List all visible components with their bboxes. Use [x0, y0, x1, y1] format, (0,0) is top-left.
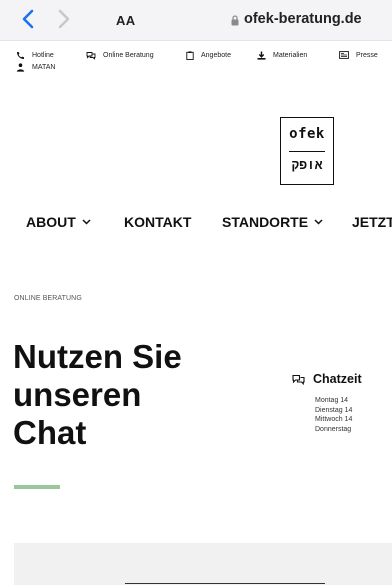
chat-day: Mittwoch 14: [315, 416, 353, 423]
chat-day: Montag 14: [315, 397, 349, 404]
utility-item-label: Hotline: [32, 52, 54, 59]
address-bar[interactable]: ofek-beratung.de: [244, 11, 362, 27]
utility-item-angebote[interactable]: Angebote: [186, 51, 231, 60]
nav-item-label: ABOUT: [26, 214, 76, 230]
heading-accent-bar: [14, 485, 60, 489]
logo-divider: [289, 151, 325, 152]
section-eyebrow: ONLINE BERATUNG: [14, 295, 82, 302]
chat-times-list: Montag 14 Dienstag 14 Mittwoch 14 Donner…: [315, 396, 352, 434]
heading-line: Chat: [13, 414, 87, 451]
chat-bubbles-icon: [86, 52, 96, 60]
nav-item-kontakt[interactable]: KONTAKT: [124, 214, 191, 230]
chat-day: Dienstag 14: [315, 406, 353, 414]
utility-item-label: MATAN: [32, 64, 56, 71]
chat-times-title: Chatzeit: [292, 372, 362, 386]
chat-times-title-text: Chatzeit: [313, 372, 362, 386]
utility-nav: Hotline Online Beratung Angebote Materia…: [0, 40, 392, 82]
forward-button[interactable]: [58, 9, 70, 34]
nav-item-label: STANDORTE: [222, 214, 309, 230]
utility-item-label: Presse: [356, 52, 378, 59]
clipboard-icon: [186, 51, 194, 60]
chevron-right-icon: [58, 9, 70, 29]
back-button[interactable]: [22, 9, 34, 34]
utility-item-label: Materialien: [273, 52, 308, 59]
utility-item-label: Angebote: [201, 52, 231, 59]
chat-bubbles-icon: [292, 374, 305, 385]
browser-toolbar: AA ofek-beratung.de: [0, 0, 392, 41]
person-icon: [16, 63, 25, 72]
nav-item-label: KONTAKT: [124, 214, 192, 230]
chevron-down-icon: [314, 219, 323, 225]
chat-panel: [14, 543, 392, 585]
heading-line: unseren: [13, 376, 142, 413]
heading-line: Nutzen Sie: [13, 338, 182, 375]
utility-item-presse[interactable]: Presse: [339, 51, 378, 60]
nav-item-jetzt[interactable]: JETZT: [352, 214, 392, 230]
nav-item-standorte[interactable]: STANDORTE: [222, 214, 323, 230]
utility-item-matan[interactable]: MATAN: [16, 63, 55, 72]
chevron-down-icon: [82, 219, 91, 225]
phone-icon: [17, 52, 24, 59]
site-logo[interactable]: ofek אופק: [280, 117, 334, 185]
download-icon: [257, 51, 266, 60]
main-nav: ABOUT KONTAKT STANDORTE JETZT: [0, 214, 392, 238]
utility-item-materialien[interactable]: Materialien: [257, 51, 307, 60]
logo-latin: ofek: [289, 126, 325, 142]
chevron-left-icon: [22, 9, 34, 29]
text-size-button[interactable]: AA: [116, 13, 135, 28]
chat-times: Chatzeit Montag 14 Dienstag 14 Mittwoch …: [292, 372, 362, 433]
utility-item-online-beratung[interactable]: Online Beratung: [86, 51, 154, 60]
nav-item-label: JETZT: [352, 214, 392, 230]
logo-hebrew: אופק: [291, 158, 323, 173]
page-heading: Nutzen Sie unseren Chat: [13, 338, 243, 452]
chat-day: Donnerstag: [315, 425, 352, 433]
lock-icon: [231, 13, 239, 31]
chat-input-underline: [125, 583, 325, 584]
utility-item-hotline[interactable]: Hotline: [16, 51, 54, 60]
utility-item-label: Online Beratung: [103, 52, 154, 59]
newspaper-icon: [339, 51, 349, 59]
nav-item-about[interactable]: ABOUT: [26, 214, 91, 230]
